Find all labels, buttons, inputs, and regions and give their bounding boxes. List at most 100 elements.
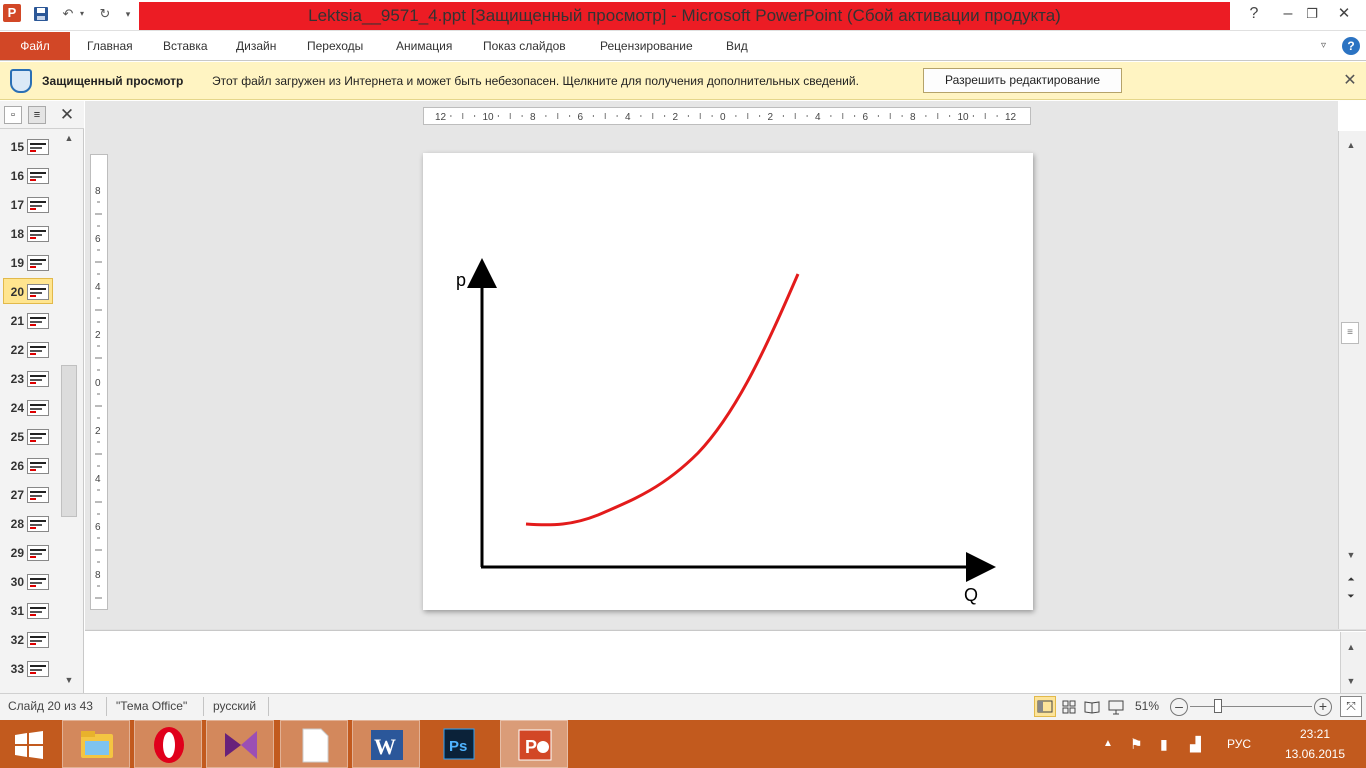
slide-number: 26 [10, 459, 24, 473]
zoom-level[interactable]: 51% [1135, 693, 1159, 720]
slide-thumbnail[interactable] [27, 574, 49, 590]
ruler-label: 2 [673, 112, 679, 123]
slides-scroll-thumb[interactable] [61, 365, 77, 517]
slide-thumbnail[interactable] [27, 342, 49, 358]
slide-thumbnail[interactable] [27, 255, 49, 271]
slide-thumbnail[interactable] [27, 632, 49, 648]
word-taskbar-button[interactable]: W [352, 720, 420, 768]
slide-thumbnail[interactable] [27, 400, 49, 416]
zoom-in-icon[interactable]: + [1314, 698, 1332, 716]
language-indicator[interactable]: русский [213, 693, 256, 720]
document-taskbar-button[interactable] [280, 720, 348, 768]
slide-thumbnail[interactable] [27, 226, 49, 242]
slide-thumbnail[interactable] [27, 371, 49, 387]
enable-editing-button[interactable]: Разрешить редактирование [923, 68, 1122, 93]
customize-qat-icon[interactable]: ▾ [121, 4, 135, 24]
slide-canvas[interactable]: p Q [423, 153, 1033, 610]
ruler-label: 0 [720, 112, 726, 123]
tab-animations[interactable]: Анимация [396, 31, 452, 61]
slide-thumbnail[interactable] [27, 603, 49, 619]
undo-icon[interactable]: ↶ [58, 4, 78, 24]
svg-text:W: W [374, 734, 396, 759]
next-slide-icon[interactable]: ⏷ [1343, 591, 1359, 603]
protected-view-message[interactable]: Этот файл загружен из Интернета и может … [212, 62, 859, 100]
zoom-out-icon[interactable]: – [1170, 698, 1188, 716]
slide-thumbnail[interactable] [27, 284, 49, 300]
visual-studio-taskbar-button[interactable] [206, 720, 274, 768]
undo-dropdown-icon[interactable]: ▾ [76, 4, 88, 24]
ruler-label: 10 [483, 112, 495, 123]
slide-number: 29 [10, 546, 24, 560]
ruler-label: 2 [95, 426, 101, 437]
slide-thumbnail[interactable] [27, 429, 49, 445]
close-icon[interactable]: ✕ [1340, 71, 1360, 91]
windows-start-icon[interactable] [12, 728, 46, 762]
scroll-down-icon[interactable]: ▼ [1344, 550, 1358, 562]
battery-icon[interactable]: ▮ [1160, 720, 1168, 768]
slide-number: 19 [10, 256, 24, 270]
file-explorer-taskbar-button[interactable] [62, 720, 130, 768]
previous-slide-icon[interactable]: ⏶ [1343, 574, 1359, 586]
close-panel-icon[interactable]: ✕ [57, 104, 77, 126]
ruler-label: 6 [95, 522, 101, 533]
tab-home[interactable]: Главная [87, 31, 133, 61]
clock-time[interactable]: 23:21 [1270, 725, 1360, 743]
powerpoint-taskbar-button[interactable]: P [500, 720, 568, 768]
scroll-up-icon[interactable]: ▲ [62, 133, 76, 147]
slide-thumbnail[interactable] [27, 516, 49, 532]
normal-view-icon[interactable] [1034, 696, 1056, 717]
outline-tab-icon[interactable]: ≡ [28, 106, 46, 124]
ribbon-collapse-icon[interactable]: ▿ [1321, 31, 1326, 61]
scroll-down-icon[interactable]: ▼ [62, 675, 76, 689]
slide-thumbnail[interactable] [27, 168, 49, 184]
slide-sorter-icon[interactable] [1060, 698, 1078, 716]
main-scroll-thumb[interactable]: ≡ [1341, 322, 1359, 344]
slide-thumbnail[interactable] [27, 313, 49, 329]
tab-transitions[interactable]: Переходы [307, 31, 363, 61]
scroll-down-icon[interactable]: ▼ [1344, 676, 1358, 688]
save-icon[interactable] [31, 4, 51, 24]
opera-taskbar-button[interactable] [134, 720, 202, 768]
notes-pane[interactable] [85, 630, 1366, 693]
slide-show-icon[interactable] [1107, 698, 1125, 716]
tab-view[interactable]: Вид [726, 31, 748, 61]
photoshop-taskbar-button[interactable]: Ps [426, 720, 494, 768]
network-signal-icon[interactable]: ▟ [1190, 720, 1201, 768]
clock-date[interactable]: 13.06.2015 [1270, 745, 1360, 763]
tab-file[interactable]: Файл [0, 32, 70, 60]
slide-thumbnail[interactable] [27, 487, 49, 503]
help-circle-icon[interactable]: ? [1342, 37, 1360, 55]
tab-slide-show[interactable]: Показ слайдов [483, 31, 566, 61]
close-window-icon[interactable]: ✕ [1322, 2, 1366, 26]
tab-review[interactable]: Рецензирование [600, 31, 693, 61]
theme-name[interactable]: "Тема Office" [116, 693, 187, 720]
slide-number: 25 [10, 430, 24, 444]
slide-counter: Слайд 20 из 43 [8, 699, 93, 713]
zoom-slider-track[interactable] [1190, 706, 1312, 707]
fit-to-window-icon[interactable]: ⤧ [1340, 696, 1362, 717]
ruler-label: 4 [95, 474, 101, 485]
redo-icon[interactable]: ↻ [95, 4, 115, 24]
slide-thumbnail[interactable] [27, 197, 49, 213]
supply-curve[interactable] [525, 273, 800, 527]
slides-tab-icon[interactable]: ▫ [4, 106, 22, 124]
powerpoint-app-icon[interactable]: P [3, 4, 21, 22]
show-hidden-icons[interactable]: ▲ [1103, 720, 1113, 768]
slide-number: 23 [10, 372, 24, 386]
ruler-label: 12 [435, 112, 447, 123]
scroll-up-icon[interactable]: ▲ [1344, 642, 1358, 654]
tab-insert[interactable]: Вставка [163, 31, 208, 61]
action-center-flag-icon[interactable]: ⚑ [1130, 720, 1143, 768]
zoom-slider-thumb[interactable] [1214, 699, 1222, 713]
slide-thumbnail[interactable] [27, 545, 49, 561]
x-axis-label: Q [964, 585, 978, 605]
input-language[interactable]: РУС [1227, 720, 1251, 768]
reading-view-icon[interactable] [1083, 698, 1101, 716]
slide-thumbnail[interactable] [27, 458, 49, 474]
scroll-up-icon[interactable]: ▲ [1344, 140, 1358, 152]
slide-thumbnail[interactable] [27, 139, 49, 155]
tab-design[interactable]: Дизайн [236, 31, 276, 61]
y-axis-label: p [456, 270, 466, 290]
svg-text:P: P [525, 737, 537, 757]
slide-thumbnail[interactable] [27, 661, 49, 677]
